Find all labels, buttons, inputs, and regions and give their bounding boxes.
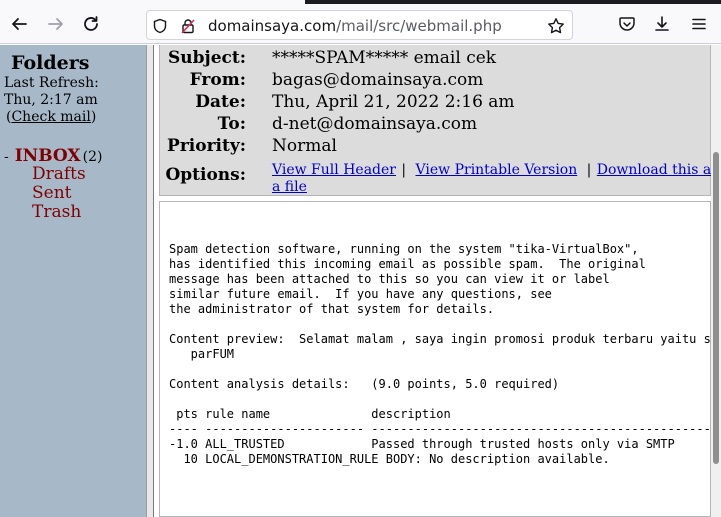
download-file-link[interactable]: Download this as <box>597 162 719 178</box>
options-separator: | <box>586 162 592 178</box>
from-label: From: <box>189 70 246 90</box>
options-row-1: View Full Header | View Printable Versio… <box>272 159 718 179</box>
inbox-unread-count: (2) <box>82 149 103 165</box>
subject-label: Subject: <box>168 48 246 68</box>
url-domain: domainsaya.com <box>208 17 337 35</box>
star-icon[interactable] <box>547 17 565 35</box>
pocket-icon[interactable] <box>613 10 641 38</box>
scrollbar-thumb[interactable] <box>713 152 719 464</box>
frame-divider[interactable] <box>146 45 154 517</box>
shield-icon[interactable] <box>151 17 169 35</box>
url-bar[interactable]: domainsaya.com/mail/src/webmail.php <box>146 10 573 40</box>
browser-toolbar: domainsaya.com/mail/src/webmail.php <box>0 4 721 44</box>
date-label: Date: <box>195 92 246 112</box>
message-body: Spam detection software, running on the … <box>159 201 711 517</box>
back-arrow-icon[interactable] <box>5 10 33 38</box>
options-row-2: a file <box>272 176 307 196</box>
download-icon[interactable] <box>648 10 676 38</box>
reload-icon[interactable] <box>77 10 105 38</box>
lock-icon[interactable] <box>179 17 197 35</box>
subject-value: *****SPAM***** email cek <box>272 48 497 68</box>
folder-trash[interactable]: Trash <box>32 202 81 222</box>
folder-inbox[interactable]: INBOX <box>15 146 81 166</box>
folder-drafts[interactable]: Drafts <box>32 164 86 184</box>
options-label: Options: <box>165 165 246 185</box>
menu-icon[interactable] <box>685 10 713 38</box>
url-path: /mail/src/webmail.php <box>336 17 502 35</box>
date-value: Thu, April 21, 2022 2:16 am <box>272 92 515 112</box>
view-printable-link[interactable]: View Printable Version <box>416 162 578 178</box>
to-value: d-net@domainsaya.com <box>272 114 478 134</box>
to-label: To: <box>217 114 246 134</box>
folder-sent[interactable]: Sent <box>32 183 72 203</box>
folders-title: Folders <box>11 52 90 74</box>
inbox-row: - INBOX (2) <box>4 146 102 166</box>
priority-label: Priority: <box>167 136 246 156</box>
check-mail-link[interactable]: Check mail <box>11 109 90 125</box>
last-refresh-time: Thu, 2:17 am <box>4 92 98 108</box>
check-mail-row: (Check mail) <box>6 109 96 125</box>
download-file-link-cont[interactable]: a file <box>272 179 307 195</box>
message-header: Subject: *****SPAM***** email cek From: … <box>159 45 718 196</box>
options-separator: | <box>401 162 407 178</box>
folder-pane: Folders Last Refresh: Thu, 2:17 am (Chec… <box>0 45 146 517</box>
inbox-dash: - <box>4 149 9 165</box>
priority-value: Normal <box>272 136 337 156</box>
paren-close: ) <box>90 109 97 125</box>
last-refresh-label: Last Refresh: <box>4 75 99 91</box>
url-text[interactable]: domainsaya.com/mail/src/webmail.php <box>208 17 502 35</box>
forward-arrow-icon[interactable] <box>42 10 70 38</box>
from-value: bagas@domainsaya.com <box>272 70 484 90</box>
message-body-text: Spam detection software, running on the … <box>169 242 711 466</box>
